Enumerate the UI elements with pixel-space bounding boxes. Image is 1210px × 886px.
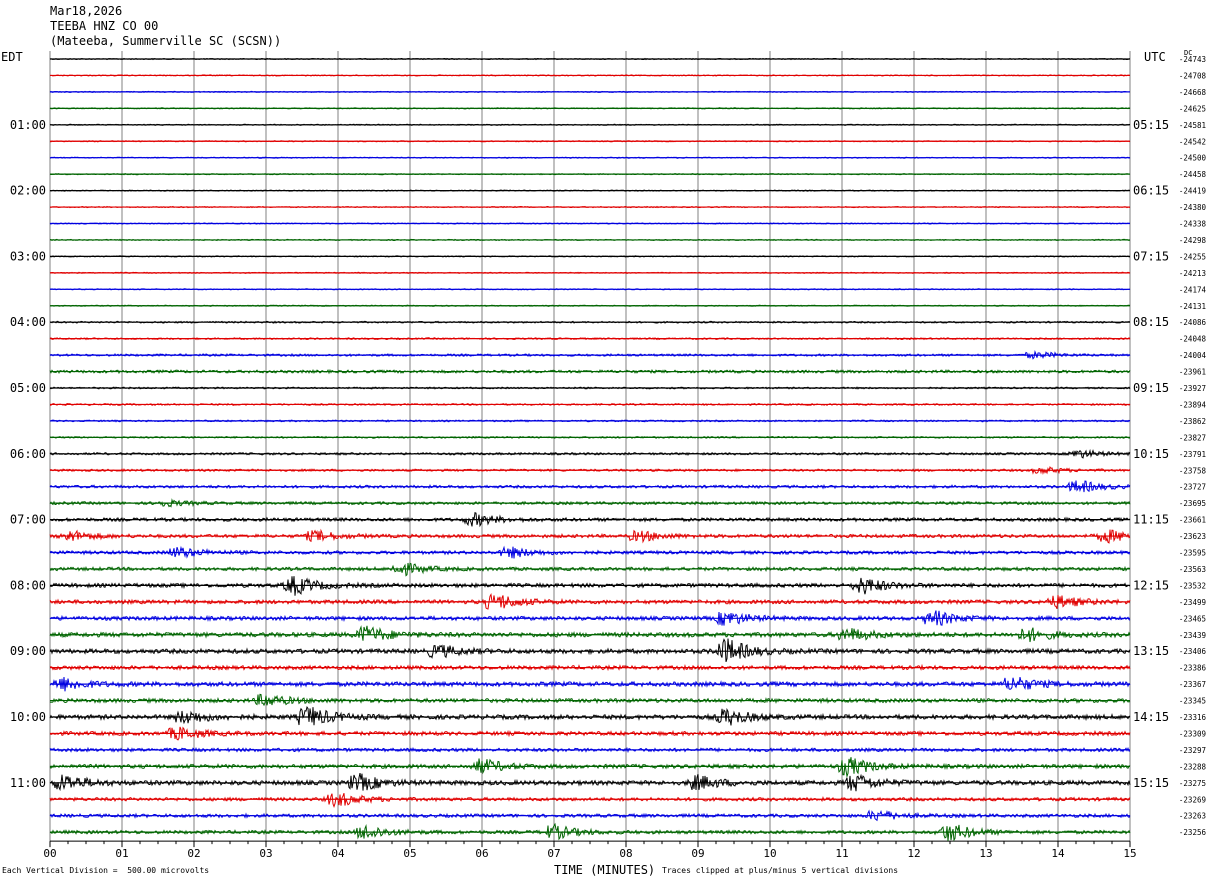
x-tick-label: 13 [979, 847, 992, 860]
utc-hour-label: 14:15 [1133, 710, 1169, 724]
dc-offset-label: -23791 [1179, 450, 1206, 459]
edt-hour-label: 03:00 [10, 249, 46, 263]
x-tick-label: 00 [43, 847, 56, 860]
dc-offset-label: -24004 [1179, 351, 1207, 360]
dc-offset-label: -23758 [1179, 466, 1207, 475]
edt-hour-label: 08:00 [10, 578, 46, 592]
dc-offset-label: -24131 [1179, 302, 1206, 311]
dc-offset-label: -24086 [1179, 318, 1207, 327]
dc-offset-label: -24419 [1179, 187, 1206, 196]
dc-offset-label: -23827 [1179, 433, 1206, 442]
dc-offset-label: -23367 [1179, 680, 1206, 689]
dc-offset-label: -23623 [1179, 532, 1206, 541]
dc-offset-label: -24542 [1179, 137, 1206, 146]
dc-offset-label: -23316 [1179, 713, 1207, 722]
x-tick-label: 09 [691, 847, 704, 860]
dc-offset-label: -23465 [1179, 614, 1206, 623]
dc-offset-label: -23406 [1179, 647, 1207, 656]
dc-offset-label: -24500 [1179, 154, 1207, 163]
dc-offset-label: -23894 [1179, 400, 1207, 409]
utc-hour-label: 05:15 [1133, 118, 1169, 132]
utc-hour-label: 15:15 [1133, 776, 1169, 790]
dc-offset-label: -23269 [1179, 795, 1206, 804]
grid-lines [49, 51, 1131, 848]
dc-offset-label: -23532 [1179, 581, 1206, 590]
trace-row [49, 693, 1131, 707]
x-tick-label: 08 [619, 847, 632, 860]
dc-offset-label: -24255 [1179, 252, 1206, 261]
x-tick-label: 01 [115, 847, 128, 860]
dc-offset-label: -24668 [1179, 88, 1207, 97]
x-tick-label: 05 [403, 847, 416, 860]
edt-hour-label: 05:00 [10, 381, 46, 395]
x-tick-label: 04 [331, 847, 345, 860]
x-tick-label: 10 [763, 847, 776, 860]
utc-hour-label: 09:15 [1133, 381, 1169, 395]
trace-row [49, 625, 1131, 643]
dc-offset-label: -24380 [1179, 203, 1207, 212]
dc-offset-label: -24625 [1179, 104, 1206, 113]
dc-offset-label: -23563 [1179, 565, 1206, 574]
trace-row [49, 638, 1131, 662]
x-tick-label: 14 [1051, 847, 1065, 860]
utc-hour-label: 11:15 [1133, 513, 1169, 527]
dc-offset-label: -23386 [1179, 664, 1207, 673]
utc-hour-label: 06:15 [1133, 184, 1169, 198]
edt-hour-label: 07:00 [10, 513, 46, 527]
dc-offset-label: -23309 [1179, 729, 1206, 738]
x-tick-label: 12 [907, 847, 920, 860]
dc-offset-label: -23499 [1179, 598, 1206, 607]
dc-offset-label: -23927 [1179, 384, 1206, 393]
dc-offset-label: -24174 [1179, 285, 1207, 294]
dc-offset-label: -23439 [1179, 631, 1206, 640]
dc-offset-label: -23297 [1179, 746, 1206, 755]
dc-offset-label: -23595 [1179, 549, 1206, 558]
dc-offset-label: -24708 [1179, 71, 1207, 80]
dc-offset-label: -24298 [1179, 236, 1207, 245]
x-tick-label: 03 [259, 847, 272, 860]
edt-hour-label: 10:00 [10, 710, 46, 724]
utc-hour-label: 08:15 [1133, 315, 1169, 329]
dc-offset-label: -23345 [1179, 697, 1206, 706]
x-tick-label: 15 [1123, 847, 1136, 860]
dc-offset-label: -23256 [1179, 828, 1207, 837]
dc-offset-label: -24458 [1179, 170, 1207, 179]
x-tick-label: 06 [475, 847, 488, 860]
dc-offset-label: -24743 [1179, 55, 1206, 64]
axis-labels: 00 01 02 03 04 05 06 07 08 09 10 11 12 13 14 15 -24743 -2… [10, 55, 1207, 860]
edt-hour-label: 06:00 [10, 447, 46, 461]
edt-hour-label: 02:00 [10, 184, 46, 198]
helicorder-plot: 00 01 02 03 04 05 06 07 08 09 10 11 12 13 14 15 -24743 -2… [10, 51, 1207, 860]
utc-hour-label: 07:15 [1133, 249, 1169, 263]
x-tick-label: 02 [187, 847, 200, 860]
dc-offset-label: -24048 [1179, 335, 1207, 344]
utc-hour-label: 10:15 [1133, 447, 1169, 461]
dc-offset-label: -23862 [1179, 417, 1206, 426]
utc-hour-label: 12:15 [1133, 578, 1169, 592]
trace-row [49, 705, 1131, 726]
dc-offset-label: -24581 [1179, 121, 1206, 130]
edt-hour-label: 11:00 [10, 776, 46, 790]
scale-note: Each Vertical Division = 500.00 microvol… [2, 866, 210, 875]
edt-hour-label: 04:00 [10, 315, 46, 329]
dc-offset-label: -23263 [1179, 812, 1206, 821]
seismic-traces [49, 57, 1131, 842]
dc-offset-label: -23275 [1179, 779, 1206, 788]
x-axis-title: TIME (MINUTES) [554, 863, 656, 877]
edt-hour-label: 09:00 [10, 644, 46, 658]
dc-offset-label: -23961 [1179, 368, 1206, 377]
dc-offset-label: -23661 [1179, 516, 1206, 525]
x-tick-label: 07 [547, 847, 560, 860]
dc-offset-label: -23727 [1179, 483, 1206, 492]
x-tick-label: 11 [835, 847, 848, 860]
dc-offset-label: -24338 [1179, 220, 1207, 229]
dc-offset-label: -23288 [1179, 762, 1207, 771]
edt-hour-label: 01:00 [10, 118, 46, 132]
dc-offset-label: -23695 [1179, 499, 1206, 508]
dc-offset-label: -24213 [1179, 269, 1206, 278]
clip-note: Traces clipped at plus/minus 5 vertical … [662, 866, 899, 875]
trace-row [49, 772, 1131, 792]
utc-hour-label: 13:15 [1133, 644, 1169, 658]
